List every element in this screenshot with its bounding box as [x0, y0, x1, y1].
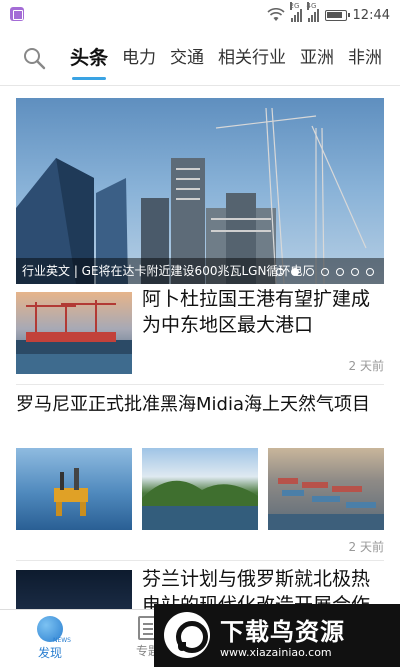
news-title: 阿卜杜拉国王港有望扩建成为中东地区最大港口: [142, 288, 371, 336]
banner-image: [16, 107, 367, 284]
category-bar: 头条 电力 交通 相关行业 亚洲 非洲: [0, 30, 400, 86]
network-4g-label: 4G: [306, 2, 317, 10]
watermark-title: 下载鸟资源: [220, 618, 345, 646]
tab-related-industries[interactable]: 相关行业: [218, 30, 286, 86]
status-bar: 2G 4G 12:44: [0, 0, 400, 30]
carousel-dot: [276, 268, 284, 276]
banner-carousel[interactable]: 行业英文 | GE将在达卡附近建设600兆瓦LGN循环电厂: [16, 98, 384, 284]
globe-icon: NEWS: [37, 616, 71, 644]
carousel-dot: [351, 268, 359, 276]
tab-power[interactable]: 电力: [122, 30, 156, 86]
carousel-dot: [321, 268, 329, 276]
news-thumbnail: [16, 570, 132, 610]
tab-headlines[interactable]: 头条: [70, 30, 108, 86]
divider: [16, 560, 384, 561]
nav-discover-label: 发现: [37, 646, 62, 660]
category-tabs: 头条 电力 交通 相关行业 亚洲 非洲: [70, 30, 382, 86]
news-title: 罗马尼亚正式批准黑海Midia海上天然气项目: [16, 394, 370, 415]
carousel-dot-active: [291, 268, 299, 276]
status-time: 12:44: [352, 7, 390, 23]
news-thumbnail: [142, 448, 258, 530]
carousel-dot: [336, 268, 344, 276]
news-thumbnail: [16, 292, 132, 374]
watermark: 下载鸟资源 www.xiazainiao.com: [154, 604, 400, 667]
news-thumbnail: [268, 448, 384, 530]
battery-icon: [324, 9, 350, 21]
tab-africa[interactable]: 非洲: [348, 30, 382, 86]
signal-4g-icon: 4G: [306, 2, 319, 22]
app-notification-icon: [10, 7, 24, 21]
news-thumbnail: [16, 448, 132, 530]
divider: [16, 384, 384, 385]
search-icon[interactable]: [22, 46, 46, 70]
news-time: 2 天前: [348, 359, 384, 373]
tab-transport[interactable]: 交通: [170, 30, 204, 86]
carousel-dot: [306, 268, 314, 276]
wifi-icon: [266, 8, 285, 21]
carousel-dot: [366, 268, 374, 276]
news-time: 2 天前: [348, 540, 384, 554]
nav-discover[interactable]: NEWS 发现: [30, 616, 71, 661]
tab-asia[interactable]: 亚洲: [300, 30, 334, 86]
network-2g-label: 2G: [289, 2, 300, 10]
news-title: 芬兰计划与俄罗斯就北极热电站的现代化改造开展合作: [142, 568, 371, 609]
watermark-url: www.xiazainiao.com: [220, 646, 332, 659]
signal-2g-icon: 2G: [289, 2, 302, 22]
carousel-indicators: [276, 268, 374, 276]
news-badge: NEWS: [52, 637, 71, 644]
watermark-logo-icon: [164, 612, 210, 658]
